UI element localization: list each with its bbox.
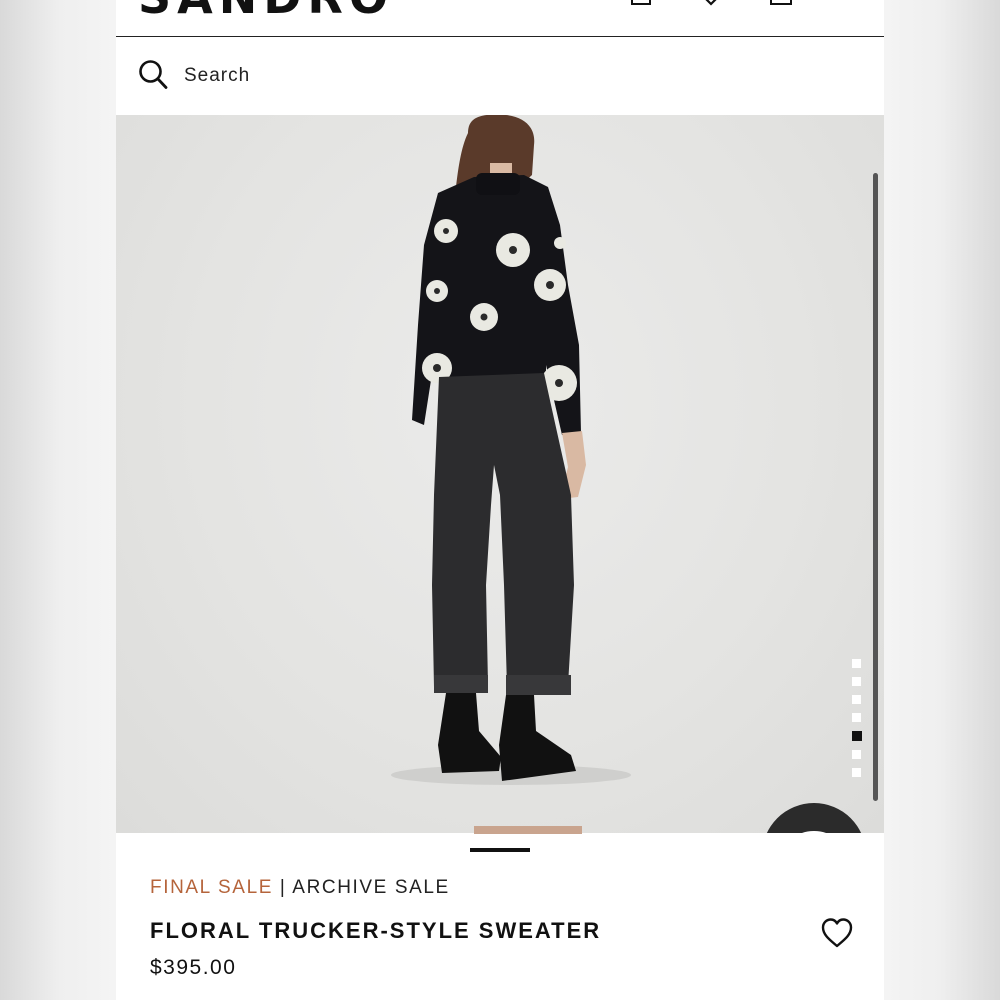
- carousel-dot[interactable]: [852, 677, 861, 686]
- carousel-dot-active[interactable]: [852, 731, 862, 741]
- site-header: SANDRO: [116, 0, 884, 37]
- bag-icon[interactable]: [768, 0, 794, 10]
- carousel-dot[interactable]: [852, 713, 861, 722]
- chat-icon: [802, 831, 826, 833]
- carousel-dot[interactable]: [852, 768, 861, 777]
- final-sale-label: FINAL SALE: [150, 877, 274, 898]
- next-image-preview: [474, 826, 582, 834]
- product-page: SANDRO Search: [116, 0, 884, 1000]
- carousel-dot[interactable]: [852, 695, 861, 704]
- search-icon[interactable]: [138, 59, 168, 91]
- carousel-dot[interactable]: [852, 659, 861, 668]
- archive-sale-link[interactable]: ARCHIVE SALE: [292, 877, 450, 898]
- product-image-carousel[interactable]: [116, 115, 884, 833]
- product-photo: [391, 115, 631, 785]
- product-price: $395.00: [150, 956, 237, 979]
- separator: |: [279, 877, 287, 898]
- wishlist-icon[interactable]: [698, 0, 724, 10]
- carousel-dot[interactable]: [852, 750, 861, 759]
- sale-line: FINAL SALE | ARCHIVE SALE: [150, 877, 450, 899]
- account-icon[interactable]: [628, 0, 654, 10]
- product-title: FLORAL TRUCKER-STYLE SWEATER: [150, 918, 602, 943]
- carousel-indicator: [852, 659, 862, 786]
- scrollbar[interactable]: [873, 173, 878, 801]
- search-bar[interactable]: Search: [116, 37, 884, 115]
- heart-icon[interactable]: [820, 917, 854, 949]
- search-label[interactable]: Search: [184, 65, 250, 87]
- brand-logo[interactable]: SANDRO: [138, 0, 394, 24]
- carousel-handle[interactable]: [470, 848, 530, 852]
